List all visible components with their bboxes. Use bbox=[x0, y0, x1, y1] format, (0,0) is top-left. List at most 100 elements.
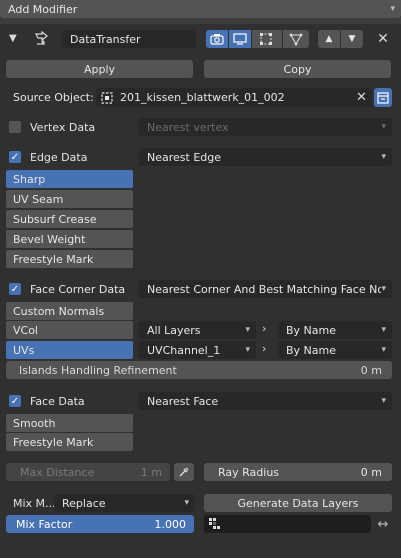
chevron-right-icon: › bbox=[262, 342, 267, 355]
vcol-dest-value: By Name bbox=[286, 323, 337, 337]
source-object-label: Source Object: bbox=[13, 91, 94, 104]
generate-data-layers-label: Generate Data Layers bbox=[237, 496, 359, 510]
uv-dest-layers-dropdown[interactable]: By Name ▾ bbox=[278, 341, 392, 359]
checkmark-icon: ✓ bbox=[10, 395, 20, 407]
edge-type-freestyle-mark[interactable]: Freestyle Mark bbox=[6, 250, 133, 268]
mix-factor-value: 1.000 bbox=[154, 517, 187, 531]
arrow-down-icon: ▼ bbox=[348, 34, 356, 44]
face-corner-type-vcol[interactable]: VCol bbox=[6, 321, 133, 339]
render-toggle-camera[interactable] bbox=[206, 30, 228, 48]
chevron-down-icon: ▾ bbox=[381, 345, 386, 355]
face-corner-mapping-value: Nearest Corner And Best Matching Face No… bbox=[147, 282, 382, 296]
cage-toggle[interactable] bbox=[283, 30, 309, 48]
max-distance-field[interactable]: Max Distance 1 m bbox=[6, 463, 170, 481]
eyedropper-icon bbox=[179, 467, 189, 477]
monitor-icon bbox=[233, 33, 247, 45]
face-corner-mapping-dropdown[interactable]: Nearest Corner And Best Matching Face No… bbox=[139, 280, 392, 298]
mix-factor-slider[interactable]: Mix Factor 1.000 bbox=[6, 515, 194, 533]
chevron-down-icon: ▾ bbox=[381, 284, 386, 294]
copy-button[interactable]: Copy bbox=[204, 60, 391, 78]
chevron-down-icon: ▾ bbox=[390, 4, 395, 14]
chevron-down-icon: ▾ bbox=[381, 122, 386, 132]
camera-icon bbox=[210, 34, 224, 45]
islands-refinement-field[interactable]: Islands Handling Refinement 0 m bbox=[6, 361, 392, 379]
modifier-name-text: DataTransfer bbox=[70, 32, 141, 46]
islands-refinement-label: Islands Handling Refinement bbox=[19, 363, 177, 377]
clear-source-icon[interactable]: ✕ bbox=[356, 89, 370, 105]
mix-mode-label: Mix M... bbox=[13, 497, 56, 510]
edge-type-subsurf-crease[interactable]: Subsurf Crease bbox=[6, 210, 133, 228]
vcol-dest-layers-dropdown[interactable]: By Name ▾ bbox=[278, 321, 392, 339]
apply-label: Apply bbox=[83, 62, 116, 76]
vertex-group-icon bbox=[209, 518, 220, 529]
checkmark-icon: ✓ bbox=[10, 283, 20, 295]
add-modifier-label: Add Modifier bbox=[8, 2, 78, 16]
close-icon: ✕ bbox=[377, 31, 389, 47]
move-up-button[interactable]: ▲ bbox=[318, 30, 340, 48]
chevron-down-icon: ▾ bbox=[245, 345, 250, 355]
face-corner-type-uvs[interactable]: UVs bbox=[6, 341, 133, 359]
object-data-icon bbox=[377, 91, 389, 104]
mix-mode-dropdown[interactable]: Replace ▾ bbox=[54, 494, 195, 512]
generate-data-layers-button[interactable]: Generate Data Layers bbox=[204, 494, 392, 512]
face-corner-data-checkbox[interactable]: ✓ bbox=[9, 283, 21, 295]
move-down-button[interactable]: ▼ bbox=[341, 30, 363, 48]
edge-type-sharp[interactable]: Sharp bbox=[6, 170, 133, 188]
uv-source-layers-dropdown[interactable]: UVChannel_1 ▾ bbox=[139, 341, 256, 359]
copy-label: Copy bbox=[283, 62, 312, 76]
invert-vertex-group-icon[interactable]: ↔ bbox=[374, 516, 392, 532]
chevron-down-icon: ▾ bbox=[381, 152, 386, 162]
edge-mapping-value: Nearest Edge bbox=[147, 150, 222, 164]
vcol-source-value: All Layers bbox=[147, 323, 201, 337]
cage-icon bbox=[289, 33, 303, 46]
ray-radius-value: 0 m bbox=[360, 465, 382, 479]
face-mapping-dropdown[interactable]: Nearest Face ▾ bbox=[139, 392, 392, 410]
chevron-down-icon: ▾ bbox=[381, 396, 386, 406]
edge-type-bevel-weight[interactable]: Bevel Weight bbox=[6, 230, 133, 248]
max-distance-value: 1 m bbox=[140, 465, 162, 479]
face-data-checkbox[interactable]: ✓ bbox=[9, 395, 21, 407]
modifier-name-input[interactable]: DataTransfer bbox=[62, 30, 196, 48]
max-distance-label: Max Distance bbox=[20, 465, 95, 479]
ray-radius-label: Ray Radius bbox=[218, 465, 280, 479]
face-type-freestyle-mark[interactable]: Freestyle Mark bbox=[6, 433, 133, 451]
arrow-up-icon: ▲ bbox=[325, 34, 333, 44]
editmode-toggle[interactable] bbox=[252, 30, 282, 48]
use-max-distance-toggle[interactable] bbox=[174, 463, 194, 481]
source-object-field[interactable]: 201_kissen_blattwerk_01_002 bbox=[96, 88, 372, 107]
vertex-data-label: Vertex Data bbox=[30, 121, 96, 134]
edge-data-checkbox[interactable]: ✓ bbox=[9, 151, 21, 163]
data-transfer-icon bbox=[33, 30, 51, 48]
uv-source-value: UVChannel_1 bbox=[147, 343, 221, 357]
mix-mode-value: Replace bbox=[62, 496, 106, 510]
edge-type-uv-seam[interactable]: UV Seam bbox=[6, 190, 133, 208]
face-corner-data-label: Face Corner Data bbox=[30, 283, 126, 296]
add-modifier-dropdown[interactable]: Add Modifier ▾ bbox=[0, 0, 401, 18]
chevron-down-icon: ▾ bbox=[381, 325, 386, 335]
vertex-data-checkbox[interactable] bbox=[9, 121, 21, 133]
object-icon bbox=[101, 91, 113, 104]
mix-factor-label: Mix Factor bbox=[16, 517, 73, 531]
face-data-label: Face Data bbox=[30, 395, 85, 408]
edge-mapping-dropdown[interactable]: Nearest Edge ▾ bbox=[139, 148, 392, 166]
face-mapping-value: Nearest Face bbox=[147, 394, 219, 408]
vcol-source-layers-dropdown[interactable]: All Layers ▾ bbox=[139, 321, 256, 339]
apply-button[interactable]: Apply bbox=[6, 60, 193, 78]
ray-radius-field[interactable]: Ray Radius 0 m bbox=[204, 463, 392, 481]
face-corner-type-custom-normals[interactable]: Custom Normals bbox=[6, 302, 133, 320]
uv-dest-value: By Name bbox=[286, 343, 337, 357]
edge-data-label: Edge Data bbox=[30, 151, 88, 164]
object-eyedropper-button[interactable] bbox=[374, 88, 392, 107]
checkmark-icon: ✓ bbox=[10, 151, 20, 163]
viewport-toggle-monitor[interactable] bbox=[229, 30, 251, 48]
collapse-arrow-icon[interactable]: ▼ bbox=[9, 33, 21, 45]
vertex-mapping-dropdown[interactable]: Nearest vertex ▾ bbox=[139, 118, 392, 136]
vertex-mapping-value: Nearest vertex bbox=[147, 120, 229, 134]
remove-modifier-button[interactable]: ✕ bbox=[374, 30, 392, 48]
source-object-value: 201_kissen_blattwerk_01_002 bbox=[120, 91, 285, 104]
chevron-down-icon: ▾ bbox=[184, 498, 189, 508]
face-type-smooth[interactable]: Smooth bbox=[6, 414, 133, 432]
vertex-group-field[interactable] bbox=[204, 515, 371, 533]
editmode-icon bbox=[260, 33, 272, 45]
chevron-right-icon: › bbox=[262, 322, 267, 335]
